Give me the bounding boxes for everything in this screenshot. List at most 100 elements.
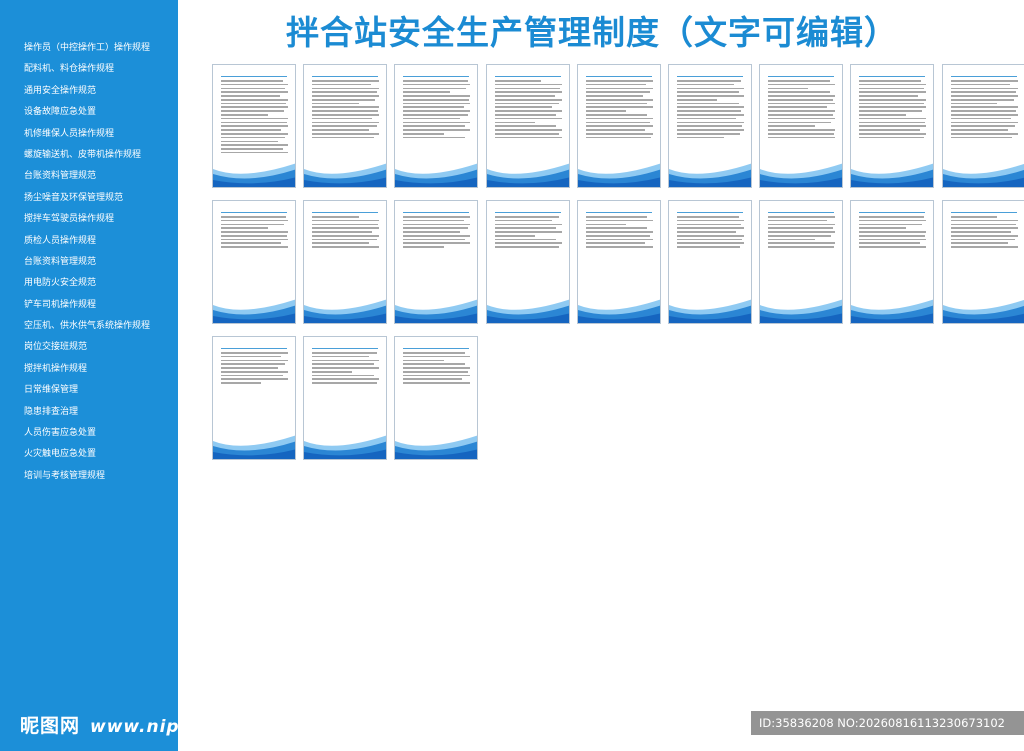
sidebar-item[interactable]: 岗位交接班规范 [24,337,150,358]
document-card[interactable] [850,64,935,188]
card-wave-decoration [942,299,1024,323]
document-card[interactable] [303,336,388,460]
card-top-rule [859,212,926,213]
card-top-rule [312,348,379,349]
document-card[interactable] [759,64,844,188]
card-top-rule [494,76,561,77]
card-top-rule [312,212,379,213]
card-top-rule [312,76,379,77]
sidebar: 操作员（中控操作工）操作规程 配料机、料仓操作规程 通用安全操作规范 设备故障应急处置… [0,0,178,751]
card-top-rule [677,76,743,77]
card-text-block [585,80,653,141]
card-text-block [585,216,653,250]
card-wave-decoration [669,163,751,187]
document-card[interactable] [759,200,844,324]
sidebar-item[interactable]: 日常维保管理 [24,380,150,401]
sidebar-item[interactable]: 台账资料管理规范 [24,252,150,273]
sidebar-item[interactable]: 操作员（中控操作工）操作规程 [24,38,150,59]
document-card[interactable] [212,64,296,188]
card-top-rule [221,348,287,349]
sidebar-item[interactable]: 设备故障应急处置 [24,102,150,123]
card-text-block [221,216,288,250]
card-wave-decoration [577,163,660,187]
card-text-block [221,80,288,156]
card-text-block [403,80,471,141]
card-text-block [312,80,380,141]
card-wave-decoration [213,435,295,459]
image-id-bar: ID:35836208 NO:20260816113230673102 [751,711,1024,735]
sidebar-item[interactable]: 配料机、料仓操作规程 [24,59,150,80]
card-wave-decoration [395,163,478,187]
card-text-block [677,216,744,250]
document-card[interactable] [485,64,570,188]
card-text-block [494,80,562,141]
watermark-url: www.nipic.com [90,717,248,737]
card-text-block [950,216,1018,250]
document-card[interactable] [394,200,479,324]
sidebar-item[interactable]: 通用安全操作规范 [24,81,150,102]
card-top-rule [585,76,652,77]
sidebar-item[interactable]: 机修维保人员操作规程 [24,124,150,145]
card-top-rule [403,212,470,213]
document-card[interactable] [941,64,1024,188]
document-card[interactable] [212,200,296,324]
card-wave-decoration [304,299,387,323]
card-wave-decoration [942,163,1024,187]
card-top-rule [768,76,835,77]
card-top-rule [403,76,470,77]
document-card[interactable] [941,200,1024,324]
document-card[interactable] [576,64,661,188]
sidebar-item[interactable]: 用电防火安全规范 [24,273,150,294]
sidebar-item[interactable]: 螺旋输送机、皮带机操作规程 [24,145,150,166]
page-title: 拌合站安全生产管理制度（文字可编辑） [286,13,898,52]
card-text-block [677,80,744,141]
card-wave-decoration [213,163,295,187]
sidebar-item[interactable]: 空压机、供水供气系统操作规程 [24,316,150,337]
document-card[interactable] [212,336,296,460]
document-card[interactable] [668,64,752,188]
card-wave-decoration [760,163,843,187]
sidebar-item[interactable]: 人员伤害应急处置 [24,423,150,444]
card-wave-decoration [395,299,478,323]
card-text-block [950,80,1018,141]
document-card[interactable] [850,200,935,324]
card-text-block [859,80,927,141]
card-text-block [312,216,380,250]
card-wave-decoration [213,299,295,323]
card-text-block [768,216,836,250]
sidebar-menu: 操作员（中控操作工）操作规程 配料机、料仓操作规程 通用安全操作规范 设备故障应急处置… [24,38,150,487]
sidebar-item[interactable]: 火灾触电应急处置 [24,444,150,465]
card-text-block [494,216,562,250]
document-card[interactable] [394,64,479,188]
document-card[interactable] [394,336,479,460]
card-top-rule [221,212,287,213]
document-card[interactable] [576,200,661,324]
site-watermark: 昵图网 www.nipic.com [20,711,247,738]
card-top-rule [859,76,926,77]
card-wave-decoration [395,435,478,459]
card-top-rule [585,212,652,213]
sidebar-item[interactable]: 培训与考核管理规程 [24,466,150,487]
sidebar-item[interactable]: 搅拌机操作规程 [24,359,150,380]
document-card[interactable] [303,64,388,188]
card-wave-decoration [577,299,660,323]
card-top-rule [403,348,470,349]
sidebar-item[interactable]: 隐患排查治理 [24,402,150,423]
card-wave-decoration [760,299,843,323]
card-wave-decoration [669,299,751,323]
sidebar-item[interactable]: 搅拌车驾驶员操作规程 [24,209,150,230]
card-top-rule [221,76,287,77]
sidebar-item[interactable]: 铲车司机操作规程 [24,295,150,316]
document-card[interactable] [303,200,388,324]
card-top-rule [768,212,835,213]
sidebar-item[interactable]: 台账资料管理规范 [24,166,150,187]
document-card[interactable] [668,200,752,324]
sidebar-item[interactable]: 扬尘噪音及环保管理规范 [24,188,150,209]
card-text-block [859,216,927,250]
card-wave-decoration [486,163,569,187]
card-top-rule [950,212,1017,213]
card-wave-decoration [851,163,934,187]
document-card[interactable] [485,200,570,324]
sidebar-item[interactable]: 质检人员操作规程 [24,231,150,252]
card-top-rule [494,212,561,213]
